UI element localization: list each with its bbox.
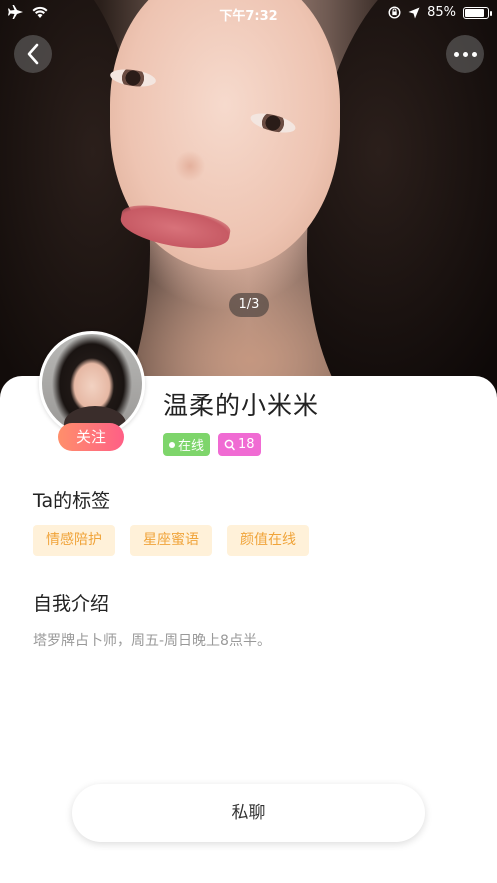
online-dot-icon [169, 441, 175, 448]
orientation-lock-icon [388, 6, 401, 19]
tag-list: 情感陪护 星座蜜语 颜值在线 [33, 525, 309, 556]
online-badge: 在线 [163, 433, 211, 456]
age-badge: 18 [218, 433, 261, 456]
female-icon [224, 439, 235, 450]
status-badges: 在线 18 [163, 433, 261, 456]
status-bar: 下午7:32 85% [0, 0, 497, 26]
photo-page-indicator: 1/3 [229, 293, 269, 317]
online-label: 在线 [178, 439, 205, 454]
intro-section-title: 自我介绍 [33, 593, 110, 615]
tags-section-title: Ta的标签 [33, 490, 111, 512]
battery-percent: 85% [427, 5, 456, 20]
more-dots-icon [453, 51, 477, 57]
profile-screen: 下午7:32 85% 1/3 关注 温柔的小米米 在线 18 Ta的标签 情感陪… [0, 0, 497, 883]
follow-button[interactable]: 关注 [58, 423, 124, 451]
avatar[interactable] [39, 331, 145, 437]
chevron-left-icon [27, 43, 39, 65]
battery-icon [463, 6, 492, 19]
tag-item: 颜值在线 [227, 525, 309, 556]
private-chat-button[interactable]: 私聊 [72, 784, 425, 842]
tag-item: 星座蜜语 [130, 525, 212, 556]
location-icon [408, 7, 420, 18]
intro-text: 塔罗牌占卜师，周五-周日晚上8点半。 [33, 633, 271, 649]
back-button[interactable] [14, 35, 52, 73]
tag-item: 情感陪护 [33, 525, 115, 556]
more-button[interactable] [446, 35, 484, 73]
username: 温柔的小米米 [163, 391, 320, 420]
age-label: 18 [238, 437, 255, 452]
battery-fill [465, 8, 484, 17]
